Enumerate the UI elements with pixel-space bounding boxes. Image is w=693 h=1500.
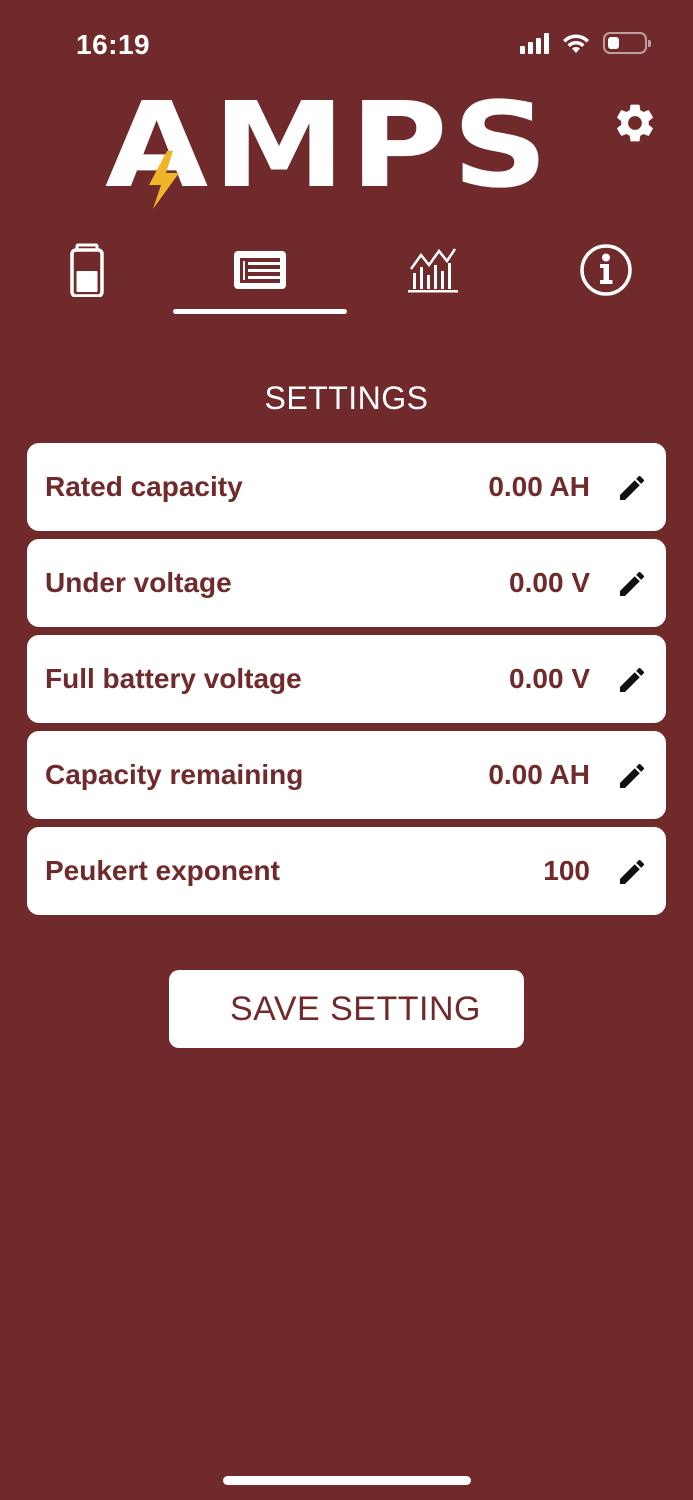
setting-row-rated-capacity[interactable]: Rated capacity 0.00 AH: [27, 443, 666, 531]
active-tab-indicator: [173, 309, 347, 314]
setting-row-under-voltage[interactable]: Under voltage 0.00 V: [27, 539, 666, 627]
status-time: 16:19: [76, 29, 151, 60]
setting-value: 0.00 V: [509, 663, 590, 694]
pencil-icon[interactable]: [616, 760, 648, 792]
tab-bar: [0, 235, 693, 315]
setting-row-peukert-exponent[interactable]: Peukert exponent 100: [27, 827, 666, 915]
pencil-icon[interactable]: [616, 664, 648, 696]
tab-info[interactable]: [519, 235, 693, 315]
page-title: SETTINGS: [264, 380, 429, 416]
setting-row-capacity-remaining[interactable]: Capacity remaining 0.00 AH: [27, 731, 666, 819]
gear-icon[interactable]: [612, 100, 658, 146]
info-icon: [580, 244, 632, 296]
setting-value: 0.00 V: [509, 567, 590, 598]
setting-value: 0.00 AH: [488, 471, 590, 502]
status-icons: [520, 32, 651, 54]
setting-label: Capacity remaining: [45, 759, 304, 790]
battery-icon: [70, 243, 104, 297]
setting-label: Rated capacity: [45, 471, 243, 502]
pencil-icon[interactable]: [616, 472, 648, 504]
tab-battery[interactable]: [0, 235, 174, 315]
tab-settings[interactable]: [173, 235, 347, 315]
setting-label: Full battery voltage: [45, 663, 302, 694]
save-setting-button[interactable]: SAVE SETTING: [169, 970, 524, 1048]
home-indicator[interactable]: [223, 1476, 471, 1485]
setting-value: 0.00 AH: [488, 759, 590, 790]
setting-label: Peukert exponent: [45, 855, 280, 886]
list-icon: [234, 251, 286, 289]
pencil-icon[interactable]: [616, 856, 648, 888]
tab-chart[interactable]: [346, 235, 520, 315]
battery-icon: [603, 32, 651, 54]
setting-row-full-battery-voltage[interactable]: Full battery voltage 0.00 V: [27, 635, 666, 723]
logo-text: AMPS: [105, 76, 553, 214]
pencil-icon[interactable]: [616, 568, 648, 600]
amps-logo: AMPS: [105, 86, 585, 215]
settings-list: Rated capacity 0.00 AH Under voltage 0.0…: [27, 443, 666, 923]
setting-value: 100: [543, 855, 590, 886]
setting-label: Under voltage: [45, 567, 232, 598]
chart-icon: [408, 248, 458, 293]
cellular-signal-icon: [520, 32, 549, 54]
lightning-bolt-icon: [149, 151, 179, 209]
wifi-icon: [563, 34, 589, 53]
app-screen: 16:19 AMPS SETTINGS Rated capacity 0.00 …: [0, 0, 693, 1500]
